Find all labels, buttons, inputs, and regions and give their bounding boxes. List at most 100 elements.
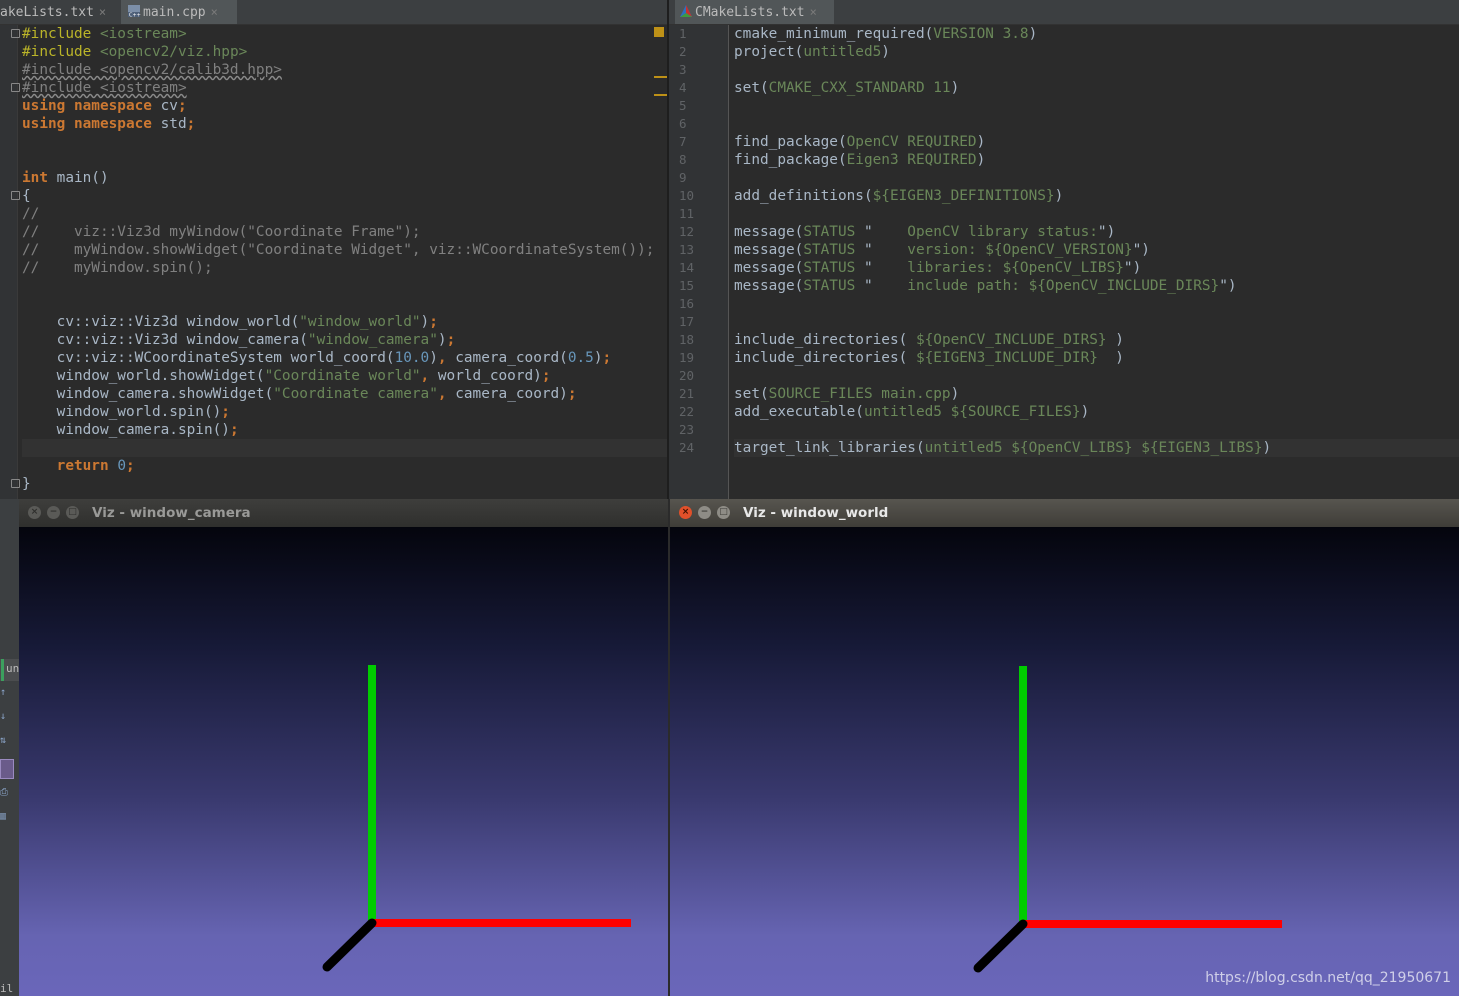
- code-line[interactable]: #include <iostream>: [22, 25, 667, 43]
- code-line[interactable]: [734, 169, 1459, 187]
- print-icon[interactable]: ⎙: [0, 787, 10, 798]
- fold-icon[interactable]: [11, 29, 20, 38]
- code-line[interactable]: int main(): [22, 169, 667, 187]
- left-tab-bar: akeLists.txt × C++ main.cpp ×: [0, 0, 667, 25]
- trash-icon[interactable]: ▥: [0, 811, 10, 822]
- code-line[interactable]: // myWindow.spin();: [22, 259, 667, 277]
- code-line[interactable]: find_package(OpenCV REQUIRED): [734, 133, 1459, 151]
- code-line[interactable]: window_world.spin();: [22, 403, 667, 421]
- code-line[interactable]: message(STATUS " libraries: ${OpenCV_LIB…: [734, 259, 1459, 277]
- code-line[interactable]: [734, 295, 1459, 313]
- viz-camera-titlebar[interactable]: × − □ Viz - window_camera: [19, 499, 668, 527]
- fold-icon[interactable]: [11, 479, 20, 488]
- code-token: ): [437, 332, 447, 348]
- code-token: ${EIGEN3_INCLUDE_DIR}: [915, 350, 1098, 366]
- close-tab-icon[interactable]: ×: [211, 5, 218, 19]
- code-line[interactable]: message(STATUS " OpenCV library status:"…: [734, 223, 1459, 241]
- code-line[interactable]: //: [22, 205, 667, 223]
- code-line[interactable]: set(SOURCE_FILES main.cpp): [734, 385, 1459, 403]
- code-line[interactable]: message(STATUS " include path: ${OpenCV_…: [734, 277, 1459, 295]
- code-line[interactable]: set(CMAKE_CXX_STANDARD 11): [734, 79, 1459, 97]
- code-line[interactable]: [22, 439, 667, 457]
- code-line[interactable]: find_package(Eigen3 REQUIRED): [734, 151, 1459, 169]
- code-line[interactable]: [734, 367, 1459, 385]
- line-number: 17: [679, 314, 695, 329]
- code-line[interactable]: cv::viz::WCoordinateSystem world_coord(1…: [22, 349, 667, 367]
- code-line[interactable]: add_definitions(${EIGEN3_DEFINITIONS}): [734, 187, 1459, 205]
- code-line[interactable]: #include <opencv2/viz.hpp>: [22, 43, 667, 61]
- arrow-up-icon[interactable]: ↑: [0, 687, 10, 698]
- main-cpp-code[interactable]: #include <iostream> #include <opencv2/viz…: [22, 25, 667, 493]
- cmakelists-editor-pane[interactable]: CMakeLists.txt × 1 2 3 4 5 6 7 8 9 10 11 12 13 14 15 16 1…: [669, 0, 1459, 499]
- code-token: //: [22, 206, 40, 222]
- error-stripe-mark[interactable]: [654, 76, 667, 78]
- side-tab[interactable]: un: [0, 659, 19, 681]
- minimize-window-icon[interactable]: −: [47, 506, 60, 519]
- code-line[interactable]: window_world.showWidget("Coordinate worl…: [22, 367, 667, 385]
- code-token: ): [1106, 332, 1124, 348]
- viz-world-titlebar[interactable]: × − □ Viz - window_world: [670, 499, 1459, 527]
- viz-window-world[interactable]: × − □ Viz - window_world https://blog.cs…: [670, 499, 1459, 996]
- warning-marker[interactable]: [654, 27, 664, 37]
- code-line[interactable]: cv::viz::Viz3d window_world("window_worl…: [22, 313, 667, 331]
- sort-icon[interactable]: ⇅: [0, 735, 10, 746]
- tab-cmakelists-left[interactable]: akeLists.txt ×: [0, 0, 117, 24]
- cpp-file-icon: C++: [128, 5, 141, 18]
- code-line[interactable]: window_camera.spin();: [22, 421, 667, 439]
- code-line[interactable]: // viz::Viz3d myWindow("Coordinate Frame…: [22, 223, 667, 241]
- close-tab-icon[interactable]: ×: [810, 5, 817, 19]
- code-line[interactable]: [22, 295, 667, 313]
- selected-tool-icon[interactable]: [0, 759, 14, 779]
- code-line[interactable]: [22, 277, 667, 295]
- close-window-icon[interactable]: ×: [679, 506, 692, 519]
- code-line[interactable]: [734, 97, 1459, 115]
- code-line[interactable]: [22, 133, 667, 151]
- code-line[interactable]: [734, 313, 1459, 331]
- code-line[interactable]: }: [22, 475, 667, 493]
- code-line[interactable]: target_link_libraries(untitled5 ${OpenCV…: [734, 439, 1459, 457]
- code-line[interactable]: cv::viz::Viz3d window_camera("window_cam…: [22, 331, 667, 349]
- fold-icon[interactable]: [11, 191, 20, 200]
- maximize-window-icon[interactable]: □: [66, 506, 79, 519]
- code-token: // myWindow.spin();: [22, 260, 213, 276]
- main-cpp-editor-pane[interactable]: akeLists.txt × C++ main.cpp × #include <ios…: [0, 0, 667, 499]
- viz-window-camera[interactable]: × − □ Viz - window_camera: [19, 499, 668, 996]
- coordinate-system-world[interactable]: [670, 527, 1459, 996]
- code-line[interactable]: add_executable(untitled5 ${SOURCE_FILES}…: [734, 403, 1459, 421]
- coordinate-system-camera[interactable]: [19, 527, 668, 996]
- code-line[interactable]: window_camera.showWidget("Coordinate cam…: [22, 385, 667, 403]
- close-tab-icon[interactable]: ×: [99, 5, 106, 19]
- code-line[interactable]: project(untitled5): [734, 43, 1459, 61]
- code-line[interactable]: message(STATUS " version: ${OpenCV_VERSI…: [734, 241, 1459, 259]
- code-line[interactable]: cmake_minimum_required(VERSION 3.8): [734, 25, 1459, 43]
- arrow-down-icon[interactable]: ↓: [0, 711, 10, 722]
- code-line[interactable]: [22, 151, 667, 169]
- code-token: ): [1054, 188, 1064, 204]
- code-line[interactable]: [734, 115, 1459, 133]
- code-token: cv::viz::Viz3d window_camera(: [22, 332, 308, 348]
- cmakelists-code[interactable]: cmake_minimum_required(VERSION 3.8) proje…: [734, 25, 1459, 457]
- code-line[interactable]: [734, 205, 1459, 223]
- code-line[interactable]: {: [22, 187, 667, 205]
- code-line[interactable]: include_directories( ${OpenCV_INCLUDE_DI…: [734, 331, 1459, 349]
- error-stripe-mark[interactable]: [654, 94, 667, 96]
- code-line[interactable]: using namespace std;: [22, 115, 667, 133]
- code-line[interactable]: return 0;: [22, 457, 667, 475]
- tab-main-cpp[interactable]: C++ main.cpp ×: [121, 0, 237, 24]
- maximize-window-icon[interactable]: □: [717, 506, 730, 519]
- fold-icon[interactable]: [11, 83, 20, 92]
- code-token: ": [863, 260, 908, 276]
- code-line[interactable]: #include <iostream>: [22, 79, 667, 97]
- code-line[interactable]: using namespace cv;: [22, 97, 667, 115]
- code-token: message(: [734, 242, 804, 258]
- minimize-window-icon[interactable]: −: [698, 506, 711, 519]
- line-number: 16: [679, 296, 695, 311]
- tab-cmakelists[interactable]: CMakeLists.txt ×: [675, 0, 834, 24]
- code-line[interactable]: include_directories( ${EIGEN3_INCLUDE_DI…: [734, 349, 1459, 367]
- code-token: ): [950, 80, 960, 96]
- code-line[interactable]: #include <opencv2/calib3d.hpp>: [22, 61, 667, 79]
- close-window-icon[interactable]: ×: [28, 506, 41, 519]
- code-line[interactable]: // myWindow.showWidget("Coordinate Widge…: [22, 241, 667, 259]
- code-line[interactable]: [734, 421, 1459, 439]
- code-line[interactable]: [734, 61, 1459, 79]
